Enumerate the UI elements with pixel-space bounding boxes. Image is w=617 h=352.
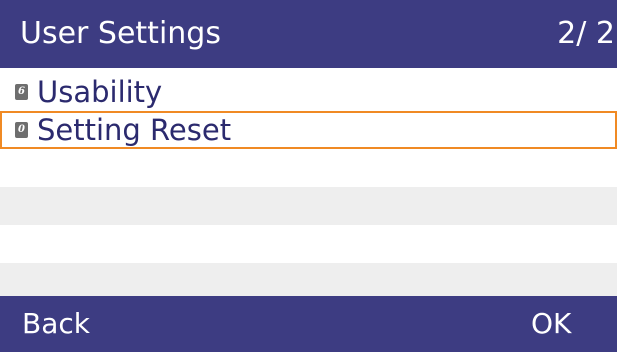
empty-row: [0, 187, 617, 225]
back-softkey[interactable]: Back: [22, 296, 90, 352]
settings-menu: 6 Usability 0 Setting Reset: [0, 73, 617, 301]
page-indicator: 2/ 2: [557, 16, 615, 51]
ok-softkey[interactable]: OK: [531, 296, 571, 352]
empty-row: [0, 225, 617, 263]
phone-display: User Settings 2/ 2 6 Usability 0 Setting…: [0, 0, 617, 352]
empty-row: [0, 149, 617, 187]
number-key-0-icon: 0: [15, 122, 28, 138]
menu-item-setting-reset[interactable]: 0 Setting Reset: [0, 111, 617, 149]
number-key-6-icon: 6: [15, 84, 28, 100]
menu-item-usability[interactable]: 6 Usability: [0, 73, 617, 111]
screen-title: User Settings: [20, 16, 221, 51]
menu-item-label: Setting Reset: [37, 113, 232, 147]
menu-item-label: Usability: [37, 75, 163, 109]
title-bar: User Settings 2/ 2: [0, 0, 617, 68]
softkey-bar: Back OK: [0, 296, 617, 352]
